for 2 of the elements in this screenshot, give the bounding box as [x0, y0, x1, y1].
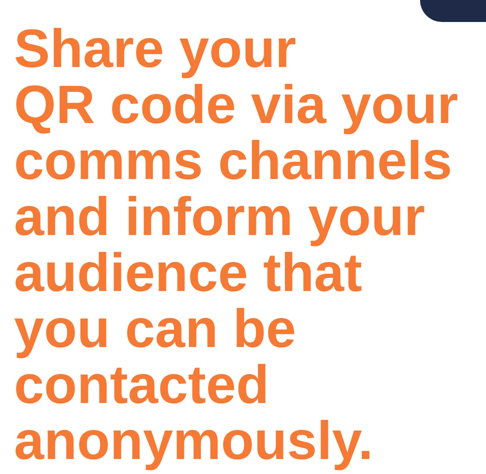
- corner-shape: [420, 0, 486, 22]
- heading: Share your QR code via your comms channels and inform your audience that you can be contacted anonymously.: [14, 21, 458, 469]
